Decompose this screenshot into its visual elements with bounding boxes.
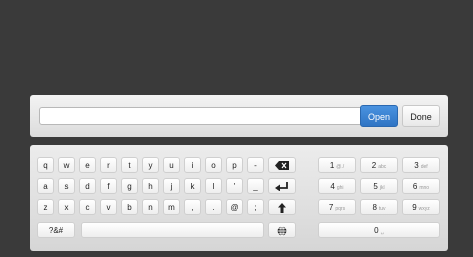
numpad-letters: tuv <box>378 206 386 212</box>
key-d[interactable]: d <box>79 178 96 194</box>
enter-icon <box>275 182 288 192</box>
globe-icon <box>277 226 287 236</box>
key-w[interactable]: w <box>58 157 75 173</box>
shift-key[interactable] <box>268 199 296 215</box>
key-c[interactable]: c <box>79 199 96 215</box>
numpad-letters: jkl <box>379 185 385 191</box>
numpad-digit: 2 <box>371 161 377 170</box>
numpad-letters: @./ <box>336 164 345 170</box>
key-s[interactable]: s <box>58 178 75 194</box>
key-k[interactable]: k <box>184 178 201 194</box>
key-period[interactable]: . <box>205 199 222 215</box>
key-semicolon[interactable]: ; <box>247 199 264 215</box>
key-t[interactable]: t <box>121 157 138 173</box>
key-o[interactable]: o <box>205 157 222 173</box>
enter-key[interactable] <box>268 178 296 194</box>
numpad-digit: 5 <box>373 182 378 191</box>
key-n[interactable]: n <box>142 199 159 215</box>
numpad-digit: 4 <box>330 182 335 191</box>
numpad-letters: def <box>420 164 428 170</box>
key-r[interactable]: r <box>100 157 117 173</box>
numpad-digit: 8 <box>372 203 377 212</box>
key-y[interactable]: y <box>142 157 159 173</box>
done-button[interactable]: Done <box>402 105 440 127</box>
key-apostrophe[interactable]: ' <box>226 178 243 194</box>
key-at[interactable]: @ <box>226 199 243 215</box>
key-f[interactable]: f <box>100 178 117 194</box>
key-v[interactable]: v <box>100 199 117 215</box>
key-x[interactable]: x <box>58 199 75 215</box>
key-u[interactable]: u <box>163 157 180 173</box>
numpad-key-4[interactable]: 4 ghi <box>318 178 356 194</box>
input-panel: Open Done <box>30 95 448 137</box>
numpad-key-9[interactable]: 9 wxyz <box>402 199 440 215</box>
key-q[interactable]: q <box>37 157 54 173</box>
key-h[interactable]: h <box>142 178 159 194</box>
numpad-key-1[interactable]: 1 @./ <box>318 157 356 173</box>
numpad-key-8[interactable]: 8 tuv <box>360 199 398 215</box>
shift-up-icon <box>278 202 286 213</box>
numpad-digit: 0 <box>374 226 379 235</box>
key-g[interactable]: g <box>121 178 138 194</box>
numpad-letters: ghi <box>336 185 344 191</box>
key-a[interactable]: a <box>37 178 54 194</box>
numpad-key-2[interactable]: 2 abc <box>360 157 398 173</box>
numpad-letters: pqrs <box>335 206 346 212</box>
backspace-key[interactable] <box>268 157 296 173</box>
on-screen-keyboard: q w e r t y u i o p - a s d f g h j k l … <box>30 145 448 251</box>
open-button[interactable]: Open <box>360 105 398 127</box>
numpad-key-0[interactable]: 0 ␣ <box>318 222 440 238</box>
symbols-key[interactable]: ?&# <box>37 222 75 238</box>
numpad-key-5[interactable]: 5 jkl <box>360 178 398 194</box>
numpad-digit: 1 <box>329 161 335 170</box>
key-b[interactable]: b <box>121 199 138 215</box>
key-underscore[interactable]: _ <box>247 178 264 194</box>
key-l[interactable]: l <box>205 178 222 194</box>
numpad-letters: abc <box>378 164 387 170</box>
key-m[interactable]: m <box>163 199 180 215</box>
text-input[interactable] <box>39 107 384 125</box>
key-i[interactable]: i <box>184 157 201 173</box>
key-j[interactable]: j <box>163 178 180 194</box>
space-bar[interactable] <box>81 222 264 238</box>
key-hyphen[interactable]: - <box>247 157 264 173</box>
key-comma[interactable]: , <box>184 199 201 215</box>
numpad-key-3[interactable]: 3 def <box>402 157 440 173</box>
language-key[interactable] <box>268 222 296 238</box>
numpad-digit: 3 <box>414 161 419 170</box>
numpad-digit: 9 <box>412 203 417 212</box>
numpad-letters: mno <box>419 185 430 191</box>
key-z[interactable]: z <box>37 199 54 215</box>
numpad-letters: ␣ <box>380 229 384 235</box>
backspace-icon <box>275 161 289 171</box>
numpad-digit: 6 <box>412 182 418 191</box>
key-p[interactable]: p <box>226 157 243 173</box>
numpad-key-7[interactable]: 7 pqrs <box>318 199 356 215</box>
numpad-letters: wxyz <box>418 206 430 212</box>
numpad-digit: 7 <box>328 203 334 212</box>
numpad-key-6[interactable]: 6 mno <box>402 178 440 194</box>
key-e[interactable]: e <box>79 157 96 173</box>
